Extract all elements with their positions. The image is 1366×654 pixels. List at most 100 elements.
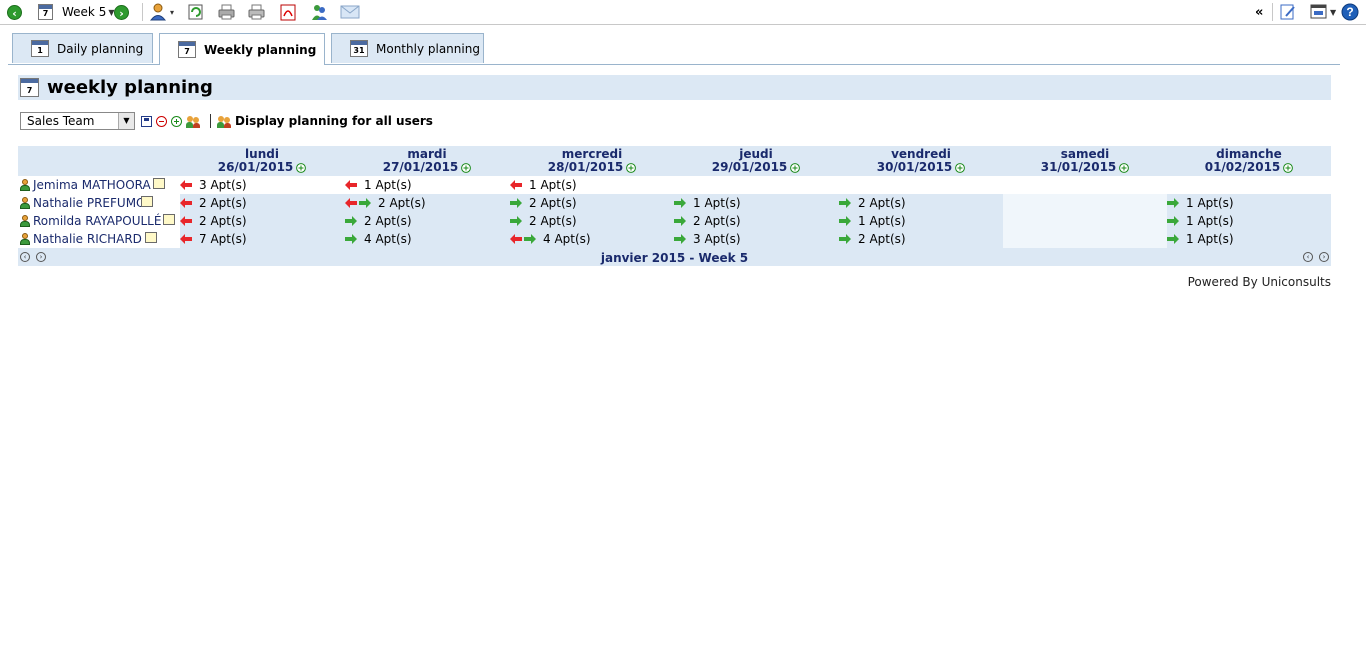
- appointment-cell[interactable]: 2 Apt(s): [839, 194, 1003, 212]
- appointment-cell[interactable]: 4 Apt(s): [510, 230, 674, 248]
- add-appointment-icon[interactable]: [1119, 162, 1130, 173]
- appointment-count[interactable]: 7 Apt(s): [199, 232, 247, 246]
- user-name-link[interactable]: Nathalie RICHARD: [33, 232, 142, 246]
- user-name-link[interactable]: Jemima MATHOORA: [33, 178, 151, 192]
- user-note-icon[interactable]: [141, 196, 153, 207]
- add-appointment-icon[interactable]: [461, 162, 472, 173]
- calendar-button[interactable]: 7: [38, 3, 53, 21]
- collapse-button[interactable]: «: [1255, 3, 1263, 21]
- appointment-cell[interactable]: 3 Apt(s): [180, 176, 344, 194]
- appointment-count[interactable]: 2 Apt(s): [858, 232, 906, 246]
- appointment-count[interactable]: 1 Apt(s): [1186, 196, 1234, 210]
- appointment-count[interactable]: 2 Apt(s): [378, 196, 426, 210]
- appointment-cell[interactable]: 1 Apt(s): [839, 212, 1003, 230]
- pdf-export-button[interactable]: [280, 3, 296, 21]
- user-name-link[interactable]: Romilda RAYAPOULLÉ: [33, 214, 161, 228]
- appointment-count[interactable]: 2 Apt(s): [199, 196, 247, 210]
- arrow-left-icon[interactable]: [510, 234, 522, 244]
- help-button[interactable]: ?: [1341, 3, 1359, 21]
- appointment-count[interactable]: 1 Apt(s): [1186, 232, 1234, 246]
- add-appointment-icon[interactable]: [790, 162, 801, 173]
- appointment-cell[interactable]: 1 Apt(s): [1167, 194, 1331, 212]
- user-note-icon[interactable]: [145, 232, 157, 243]
- arrow-right-icon[interactable]: [1167, 234, 1179, 244]
- user-note-icon[interactable]: [163, 214, 175, 225]
- arrow-right-icon[interactable]: [524, 234, 536, 244]
- appointment-cell[interactable]: 1 Apt(s): [345, 176, 509, 194]
- appointment-count[interactable]: 2 Apt(s): [364, 214, 412, 228]
- appointment-count[interactable]: 2 Apt(s): [529, 214, 577, 228]
- arrow-left-icon[interactable]: [180, 198, 192, 208]
- arrow-left-icon[interactable]: [180, 216, 192, 226]
- appointment-cell[interactable]: 2 Apt(s): [180, 212, 344, 230]
- arrow-right-icon[interactable]: [839, 216, 851, 226]
- arrow-right-icon[interactable]: [839, 234, 851, 244]
- appointment-count[interactable]: 1 Apt(s): [364, 178, 412, 192]
- arrow-right-icon[interactable]: [510, 198, 522, 208]
- appointment-cell[interactable]: 1 Apt(s): [510, 176, 674, 194]
- save-icon[interactable]: [141, 115, 152, 127]
- arrow-right-icon[interactable]: [1167, 216, 1179, 226]
- user-name-link[interactable]: Nathalie PREFUMO: [33, 196, 146, 210]
- appointment-cell[interactable]: 1 Apt(s): [1167, 230, 1331, 248]
- tab-weekly-planning[interactable]: 7 Weekly planning: [159, 33, 325, 65]
- appointment-count[interactable]: 1 Apt(s): [858, 214, 906, 228]
- appointment-cell[interactable]: 1 Apt(s): [674, 194, 838, 212]
- arrow-left-icon[interactable]: [180, 180, 192, 190]
- arrow-left-icon[interactable]: [510, 180, 522, 190]
- group-users-icon[interactable]: [186, 115, 200, 128]
- refresh-button[interactable]: [188, 3, 204, 21]
- back-button[interactable]: ‹: [7, 3, 22, 21]
- appointment-count[interactable]: 4 Apt(s): [364, 232, 412, 246]
- next-week-icon[interactable]: ›: [1319, 252, 1329, 262]
- appointment-count[interactable]: 3 Apt(s): [693, 232, 741, 246]
- arrow-left-icon[interactable]: [345, 180, 357, 190]
- arrow-right-icon[interactable]: [1167, 198, 1179, 208]
- appointment-count[interactable]: 2 Apt(s): [693, 214, 741, 228]
- arrow-right-icon[interactable]: [674, 198, 686, 208]
- appointment-cell[interactable]: 4 Apt(s): [345, 230, 509, 248]
- user-note-icon[interactable]: [153, 178, 165, 189]
- arrow-right-icon[interactable]: [345, 234, 357, 244]
- appointment-count[interactable]: 2 Apt(s): [199, 214, 247, 228]
- tab-daily-planning[interactable]: 1 Daily planning: [12, 33, 153, 63]
- print-button[interactable]: [218, 3, 235, 21]
- appointment-cell[interactable]: 2 Apt(s): [180, 194, 344, 212]
- arrow-left-icon[interactable]: [345, 198, 357, 208]
- appointment-count[interactable]: 1 Apt(s): [529, 178, 577, 192]
- appointment-cell[interactable]: 2 Apt(s): [510, 194, 674, 212]
- arrow-left-icon[interactable]: [180, 234, 192, 244]
- edit-button[interactable]: [1279, 3, 1297, 21]
- appointment-count[interactable]: 2 Apt(s): [529, 196, 577, 210]
- appointment-cell[interactable]: 2 Apt(s): [839, 230, 1003, 248]
- user-button[interactable]: ▾: [150, 3, 174, 21]
- view-options-button[interactable]: ▼: [1310, 3, 1336, 21]
- users-settings-button[interactable]: [311, 3, 328, 21]
- appointment-cell[interactable]: 2 Apt(s): [345, 194, 509, 212]
- prev-week-icon[interactable]: ‹: [1303, 252, 1313, 262]
- arrow-right-icon[interactable]: [345, 216, 357, 226]
- display-all-users-link[interactable]: Display planning for all users: [235, 114, 433, 128]
- group-select[interactable]: Sales Team ▼: [20, 112, 135, 130]
- appointment-count[interactable]: 1 Apt(s): [1186, 214, 1234, 228]
- arrow-right-icon[interactable]: [674, 216, 686, 226]
- add-icon[interactable]: [171, 115, 182, 127]
- add-appointment-icon[interactable]: [955, 162, 966, 173]
- arrow-right-icon[interactable]: [674, 234, 686, 244]
- week-selector[interactable]: Week 5 ▼: [62, 3, 114, 21]
- add-appointment-icon[interactable]: [296, 162, 307, 173]
- appointment-count[interactable]: 1 Apt(s): [693, 196, 741, 210]
- remove-icon[interactable]: [156, 115, 167, 127]
- appointment-cell[interactable]: 3 Apt(s): [674, 230, 838, 248]
- appointment-cell[interactable]: 7 Apt(s): [180, 230, 344, 248]
- appointment-cell[interactable]: 2 Apt(s): [345, 212, 509, 230]
- appointment-count[interactable]: 3 Apt(s): [199, 178, 247, 192]
- appointment-count[interactable]: 4 Apt(s): [543, 232, 591, 246]
- arrow-right-icon[interactable]: [359, 198, 371, 208]
- appointment-count[interactable]: 2 Apt(s): [858, 196, 906, 210]
- forward-button[interactable]: ›: [114, 3, 129, 21]
- arrow-right-icon[interactable]: [839, 198, 851, 208]
- email-button[interactable]: [340, 3, 360, 21]
- tab-monthly-planning[interactable]: 31 Monthly planning: [331, 33, 484, 63]
- appointment-cell[interactable]: 1 Apt(s): [1167, 212, 1331, 230]
